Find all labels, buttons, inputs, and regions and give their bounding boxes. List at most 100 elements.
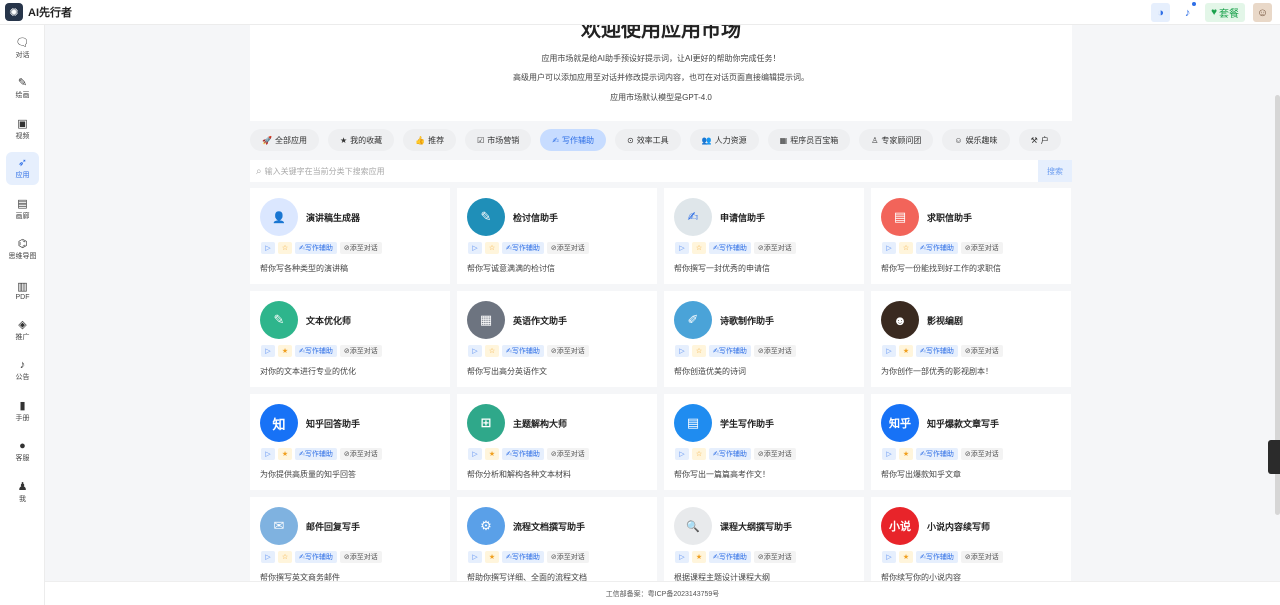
search-button[interactable]: 搜索	[1038, 160, 1072, 182]
app-avatar: ✐	[674, 301, 712, 339]
app-logo-icon[interactable]: ✺	[5, 3, 23, 21]
tab-5[interactable]: ⊙ 效率工具	[614, 129, 681, 151]
play-icon[interactable]: ▷	[675, 345, 689, 357]
favorite-star-icon[interactable]: ★	[278, 345, 292, 357]
add-to-chat-button[interactable]: ⊘ 添至对话	[546, 345, 589, 357]
tab-8[interactable]: ♙ 专家顾问团	[859, 129, 934, 151]
favorite-star-icon[interactable]: ★	[899, 551, 913, 563]
favorite-star-icon[interactable]: ★	[899, 448, 913, 460]
tab-0[interactable]: 🚀 全部应用	[250, 129, 319, 151]
translate-icon[interactable]: ◑	[1151, 3, 1171, 22]
play-icon[interactable]: ▷	[675, 551, 689, 563]
tab-10[interactable]: ⚒ 户	[1018, 129, 1061, 151]
favorite-star-icon[interactable]: ☆	[692, 242, 706, 254]
app-card[interactable]: ▦ 英语作文助手 ▷ ☆ ✍ 写作辅助 ⊘ 添至对话 帮你写出高分英语作文	[457, 291, 657, 387]
favorite-star-icon[interactable]: ☆	[278, 551, 292, 563]
add-to-chat-button[interactable]: ⊘ 添至对话	[960, 242, 1003, 254]
add-to-chat-button[interactable]: ⊘ 添至对话	[339, 448, 382, 460]
app-card[interactable]: ✍ 申请信助手 ▷ ☆ ✍ 写作辅助 ⊘ 添至对话 帮你撰写一封优秀的申请信	[664, 188, 864, 284]
app-card[interactable]: ✎ 检讨信助手 ▷ ☆ ✍ 写作辅助 ⊘ 添至对话 帮你写诚意满满的检讨信	[457, 188, 657, 284]
play-icon[interactable]: ▷	[468, 345, 482, 357]
app-card[interactable]: 知乎 知乎爆款文章写手 ▷ ★ ✍ 写作辅助 ⊘ 添至对话 帮你写出爆款知乎文章	[871, 394, 1071, 490]
add-to-chat-button[interactable]: ⊘ 添至对话	[753, 242, 796, 254]
add-to-chat-button[interactable]: ⊘ 添至对话	[339, 242, 382, 254]
play-icon[interactable]: ▷	[261, 551, 275, 563]
play-icon[interactable]: ▷	[261, 242, 275, 254]
notification-bell-icon[interactable]: ♪	[1178, 2, 1197, 22]
play-icon[interactable]: ▷	[468, 551, 482, 563]
app-card[interactable]: 👤 演讲稿生成器 ▷ ☆ ✍ 写作辅助 ⊘ 添至对话 帮你写各种类型的演讲稿	[250, 188, 450, 284]
sidebar-item-9[interactable]: ▮ 手册	[6, 395, 39, 428]
tab-4[interactable]: ✍ 写作辅助	[540, 129, 606, 151]
favorite-star-icon[interactable]: ★	[485, 448, 499, 460]
search-input[interactable]	[264, 166, 1038, 176]
add-to-chat-button[interactable]: ⊘ 添至对话	[753, 345, 796, 357]
app-card[interactable]: 知知乎回答助手 ▷ ★ ✍ 写作辅助 ⊘ 添至对话 为你提供高质量的知乎回答	[250, 394, 450, 490]
sidebar-item-5[interactable]: ⌬ 思维导图	[6, 233, 39, 266]
tab-3[interactable]: ☑ 市场营销	[465, 129, 532, 151]
app-card[interactable]: ▤ 学生写作助手 ▷ ☆ ✍ 写作辅助 ⊘ 添至对话 帮你写出一篇篇高考作文！	[664, 394, 864, 490]
plan-button[interactable]: ♥ 套餐	[1205, 3, 1245, 22]
sidebar-item-3[interactable]: ➶ 应用	[6, 152, 39, 185]
sidebar-item-11[interactable]: ♟ 我	[6, 476, 39, 509]
app-card[interactable]: ✐ 诗歌制作助手 ▷ ☆ ✍ 写作辅助 ⊘ 添至对话 帮你创造优美的诗词	[664, 291, 864, 387]
icp-record[interactable]: 工信部备案：粤ICP备2023143759号	[606, 589, 720, 599]
add-to-chat-button[interactable]: ⊘ 添至对话	[753, 448, 796, 460]
add-to-chat-button[interactable]: ⊘ 添至对话	[339, 551, 382, 563]
tab-9[interactable]: ☺ 娱乐趣味	[942, 129, 1010, 151]
favorite-star-icon[interactable]: ☆	[899, 242, 913, 254]
add-to-chat-button[interactable]: ⊘ 添至对话	[960, 345, 1003, 357]
play-icon[interactable]: ▷	[882, 242, 896, 254]
add-to-chat-button[interactable]: ⊘ 添至对话	[960, 448, 1003, 460]
tab-6[interactable]: 👥 人力资源	[689, 129, 759, 151]
app-card[interactable]: 🔍 课程大纲撰写助手 ▷ ★ ✍ 写作辅助 ⊘ 添至对话 根据课程主题设计课程大纲	[664, 497, 864, 581]
play-icon[interactable]: ▷	[882, 345, 896, 357]
sidebar-item-0[interactable]: 🗨 对话	[6, 32, 39, 65]
favorite-star-icon[interactable]: ☆	[485, 345, 499, 357]
favorite-star-icon[interactable]: ★	[692, 551, 706, 563]
tab-2[interactable]: 👍 推荐	[403, 129, 457, 151]
app-card[interactable]: ▤ 求职信助手 ▷ ☆ ✍ 写作辅助 ⊘ 添至对话 帮你写一份能找到好工作的求职信	[871, 188, 1071, 284]
app-card[interactable]: ✎ 文本优化师 ▷ ★ ✍ 写作辅助 ⊘ 添至对话 对你的文本进行专业的优化	[250, 291, 450, 387]
favorite-star-icon[interactable]: ☆	[692, 448, 706, 460]
app-card[interactable]: ⊞ 主题解构大师 ▷ ★ ✍ 写作辅助 ⊘ 添至对话 帮你分析和解构各种文本材料	[457, 394, 657, 490]
app-card[interactable]: 小说 小说内容续写师 ▷ ★ ✍ 写作辅助 ⊘ 添至对话 帮你续写你的小说内容	[871, 497, 1071, 581]
play-icon[interactable]: ▷	[261, 345, 275, 357]
tab-1[interactable]: ★ 我的收藏	[327, 129, 395, 151]
play-icon[interactable]: ▷	[675, 448, 689, 460]
add-to-chat-button[interactable]: ⊘ 添至对话	[753, 551, 796, 563]
sidebar-item-8[interactable]: ♪ 公告	[6, 354, 39, 387]
add-to-chat-button[interactable]: ⊘ 添至对话	[546, 551, 589, 563]
app-card[interactable]: ☻ 影视编剧 ▷ ★ ✍ 写作辅助 ⊘ 添至对话 为你创作一部优秀的影视剧本！	[871, 291, 1071, 387]
play-icon[interactable]: ▷	[675, 242, 689, 254]
sidebar-item-7[interactable]: ◈ 推广	[6, 314, 39, 347]
sidebar-item-1[interactable]: ✎ 绘画	[6, 72, 39, 105]
favorite-star-icon[interactable]: ★	[899, 345, 913, 357]
floating-side-handle[interactable]	[1268, 440, 1280, 474]
add-to-chat-button[interactable]: ⊘ 添至对话	[546, 242, 589, 254]
sidebar-item-10[interactable]: ● 客服	[6, 435, 39, 468]
sidebar-item-4[interactable]: ▤ 画廊	[6, 193, 39, 226]
play-icon[interactable]: ▷	[261, 448, 275, 460]
favorite-star-icon[interactable]: ☆	[278, 242, 292, 254]
add-to-chat-button[interactable]: ⊘ 添至对话	[339, 345, 382, 357]
play-icon[interactable]: ▷	[882, 448, 896, 460]
favorite-star-icon[interactable]: ★	[485, 551, 499, 563]
sidebar-item-label: 画廊	[15, 213, 30, 220]
sidebar-item-6[interactable]: ▥ PDF	[6, 274, 39, 307]
add-to-chat-button[interactable]: ⊘ 添至对话	[960, 551, 1003, 563]
favorite-star-icon[interactable]: ☆	[485, 242, 499, 254]
play-icon[interactable]: ▷	[882, 551, 896, 563]
play-icon[interactable]: ▷	[468, 448, 482, 460]
favorite-star-icon[interactable]: ☆	[692, 345, 706, 357]
favorite-star-icon[interactable]: ★	[278, 448, 292, 460]
category-badge: ✍ 写作辅助	[709, 345, 751, 357]
sidebar-item-2[interactable]: ▣ 视频	[6, 113, 39, 146]
user-avatar[interactable]: ☺	[1253, 3, 1272, 22]
app-card[interactable]: ⚙ 流程文档撰写助手 ▷ ★ ✍ 写作辅助 ⊘ 添至对话 帮助你撰写详细、全面的流程文档	[457, 497, 657, 581]
play-icon[interactable]: ▷	[468, 242, 482, 254]
hero-description-1: 应用市场就是给AI助手预设好提示词，让AI更好的帮助你完成任务！	[541, 54, 781, 63]
tab-7[interactable]: ▦ 程序员百宝箱	[767, 129, 851, 151]
app-card[interactable]: ✉ 邮件回复写手 ▷ ☆ ✍ 写作辅助 ⊘ 添至对话 帮你撰写英文商务邮件	[250, 497, 450, 581]
add-to-chat-button[interactable]: ⊘ 添至对话	[546, 448, 589, 460]
